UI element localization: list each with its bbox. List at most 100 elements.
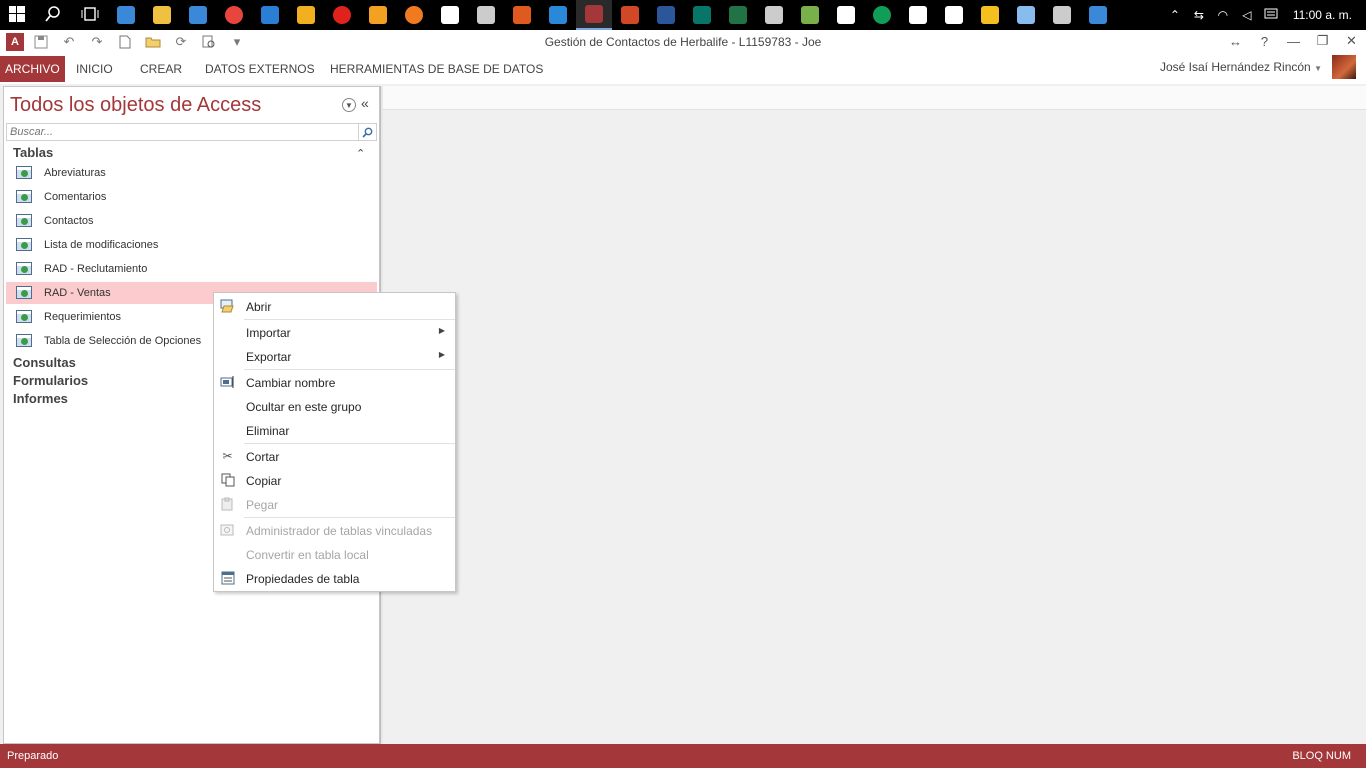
menu-item-cambiar-nombre[interactable]: Cambiar nombre bbox=[214, 370, 455, 394]
firefox-icon[interactable] bbox=[396, 0, 432, 30]
mail-icon[interactable] bbox=[828, 0, 864, 30]
hangouts-icon[interactable] bbox=[864, 0, 900, 30]
group-informes[interactable]: Informes bbox=[13, 391, 68, 406]
group-formularios[interactable]: Formularios bbox=[13, 373, 88, 388]
list-item[interactable]: Abreviaturas bbox=[6, 162, 377, 184]
user-name-label: José Isaí Hernández Rincón bbox=[1159, 60, 1311, 74]
menu-item-ocultar[interactable]: Ocultar en este grupo bbox=[214, 394, 455, 418]
menu-item-eliminar[interactable]: Eliminar bbox=[214, 418, 455, 442]
chrome-icon[interactable] bbox=[216, 0, 252, 30]
search-input[interactable] bbox=[7, 124, 357, 140]
list-item[interactable]: Lista de modificaciones bbox=[6, 234, 377, 256]
properties-icon bbox=[220, 571, 235, 585]
close-button[interactable]: ✕ bbox=[1337, 30, 1366, 52]
menu-item-label: Cambiar nombre bbox=[246, 376, 336, 390]
list-item[interactable]: RAD - Reclutamiento bbox=[6, 258, 377, 280]
menu-item-abrir[interactable]: Abrir bbox=[214, 294, 455, 318]
keep-icon[interactable] bbox=[972, 0, 1008, 30]
app-blue-icon[interactable] bbox=[540, 0, 576, 30]
app-orange-icon[interactable] bbox=[504, 0, 540, 30]
store-icon[interactable] bbox=[432, 0, 468, 30]
menu-item-label: Pegar bbox=[246, 498, 279, 512]
help-button[interactable]: ? bbox=[1250, 30, 1279, 52]
volume-icon[interactable]: ◁ bbox=[1235, 0, 1259, 30]
tab-herramientas[interactable]: HERRAMIENTAS DE BASE DE DATOS bbox=[325, 56, 548, 82]
collapse-pane-icon[interactable]: « bbox=[361, 95, 369, 111]
keep-icon-glyph bbox=[981, 6, 999, 24]
user-name[interactable]: José Isaí Hernández Rincón ▼ bbox=[1160, 60, 1322, 74]
table-icon bbox=[16, 238, 32, 251]
table-name: Contactos bbox=[44, 215, 94, 227]
tab-inicio[interactable]: INICIO bbox=[71, 56, 118, 82]
alarm-icon-glyph bbox=[909, 6, 927, 24]
mail-icon-glyph bbox=[837, 6, 855, 24]
hangouts-icon-glyph bbox=[873, 6, 891, 24]
search-icon[interactable] bbox=[36, 0, 72, 30]
menu-item-cortar[interactable]: ✂ Cortar bbox=[214, 444, 455, 468]
list-item[interactable]: Comentarios bbox=[6, 186, 377, 208]
camera-icon[interactable] bbox=[1044, 0, 1080, 30]
group-consultas[interactable]: Consultas bbox=[13, 355, 76, 370]
start-icon[interactable] bbox=[0, 0, 36, 30]
task-view-icon[interactable] bbox=[72, 0, 108, 30]
menu-item-label: Convertir en tabla local bbox=[246, 548, 369, 562]
tab-archivo[interactable]: ARCHIVO bbox=[0, 56, 65, 82]
app-people-icon[interactable] bbox=[792, 0, 828, 30]
avatar[interactable] bbox=[1332, 55, 1356, 79]
menu-item-label: Administrador de tablas vinculadas bbox=[246, 524, 433, 538]
table-name: Tabla de Selección de Opciones bbox=[44, 335, 202, 347]
access-icon[interactable] bbox=[576, 0, 612, 30]
menu-item-exportar[interactable]: Exportar ▶ bbox=[214, 344, 455, 368]
search-icon[interactable] bbox=[358, 124, 376, 140]
table-icon bbox=[16, 286, 32, 299]
minimize-button[interactable]: — bbox=[1279, 30, 1308, 52]
photos-icon-glyph bbox=[369, 6, 387, 24]
publisher-icon[interactable] bbox=[684, 0, 720, 30]
opera-icon-glyph bbox=[333, 6, 351, 24]
table-icon bbox=[16, 262, 32, 275]
menu-item-copiar[interactable]: Copiar bbox=[214, 468, 455, 492]
notification-icon[interactable] bbox=[1259, 0, 1283, 30]
menu-item-propiedades[interactable]: Propiedades de tabla bbox=[214, 566, 455, 590]
nav-pane-title[interactable]: Todos los objetos de Access bbox=[10, 94, 261, 117]
table-icon bbox=[16, 214, 32, 227]
calculator-icon[interactable] bbox=[756, 0, 792, 30]
list-item[interactable]: Contactos bbox=[6, 210, 377, 232]
media-icon-glyph bbox=[477, 6, 495, 24]
file-explorer-icon[interactable] bbox=[144, 0, 180, 30]
edge-icon[interactable] bbox=[252, 0, 288, 30]
menu-item-label: Ocultar en este grupo bbox=[246, 400, 362, 414]
flag-icon[interactable] bbox=[936, 0, 972, 30]
paste-icon bbox=[220, 497, 235, 511]
menu-item-label: Importar bbox=[246, 326, 291, 340]
app-cloud-icon[interactable] bbox=[1080, 0, 1116, 30]
tab-datos-externos[interactable]: DATOS EXTERNOS bbox=[200, 56, 320, 82]
resize-arrows-icon[interactable]: ↔ bbox=[1221, 30, 1250, 52]
app-orange-icon-glyph bbox=[513, 6, 531, 24]
network-off-icon[interactable]: ⇆ bbox=[1187, 0, 1211, 30]
collapse-group-icon[interactable]: ⌃ bbox=[356, 147, 365, 160]
submenu-arrow-icon: ▶ bbox=[438, 350, 445, 359]
clock[interactable]: 11:00 a. m. bbox=[1283, 8, 1366, 22]
group-tablas[interactable]: Tablas bbox=[13, 145, 53, 160]
task-view-icon-glyph bbox=[81, 6, 99, 24]
onedrive-icon[interactable] bbox=[180, 0, 216, 30]
wifi-icon[interactable]: ◠ bbox=[1211, 0, 1235, 30]
menu-item-label: Eliminar bbox=[246, 424, 290, 438]
restore-button[interactable]: ❐ bbox=[1308, 30, 1337, 52]
word-icon[interactable] bbox=[648, 0, 684, 30]
tab-crear[interactable]: CREAR bbox=[135, 56, 187, 82]
table-name: Lista de modificaciones bbox=[44, 239, 159, 251]
powerpoint-icon[interactable] bbox=[612, 0, 648, 30]
alarm-icon[interactable] bbox=[900, 0, 936, 30]
menu-item-importar[interactable]: Importar ▶ bbox=[214, 320, 455, 344]
internet-explorer-icon[interactable] bbox=[288, 0, 324, 30]
photos-icon[interactable] bbox=[360, 0, 396, 30]
excel-icon[interactable] bbox=[720, 0, 756, 30]
media-icon[interactable] bbox=[468, 0, 504, 30]
chevron-up-icon[interactable]: ⌃ bbox=[1163, 0, 1187, 30]
opera-icon[interactable] bbox=[324, 0, 360, 30]
nav-menu-chevron-icon[interactable]: ▼ bbox=[342, 98, 356, 112]
notepad-icon[interactable] bbox=[1008, 0, 1044, 30]
this-pc-icon[interactable] bbox=[108, 0, 144, 30]
